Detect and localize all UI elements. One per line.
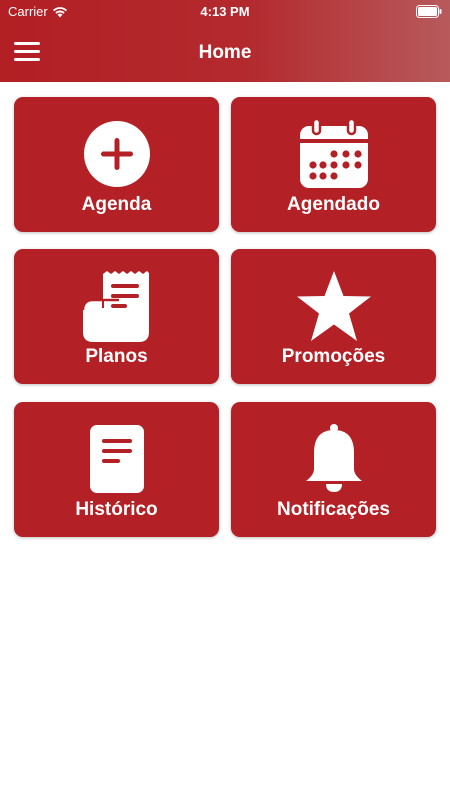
battery-icon [416, 5, 442, 18]
status-time: 4:13 PM [200, 4, 250, 19]
receipt-icon [14, 265, 219, 347]
tile-agendado[interactable]: Agendado [231, 97, 436, 232]
page-title: Home [198, 42, 252, 63]
tile-planos-label: Planos [85, 346, 148, 367]
star-icon [231, 265, 436, 347]
status-bar: Carrier 4:13 PM [0, 0, 450, 24]
app-header: Carrier 4:13 PM Home [0, 0, 450, 82]
tile-agendado-label: Agendado [287, 194, 380, 215]
tile-historico[interactable]: Histórico [14, 402, 219, 537]
bell-icon [231, 418, 436, 500]
document-icon [14, 418, 219, 500]
tile-promocoes-label: Promoções [281, 346, 386, 367]
tile-agenda[interactable]: Agenda [14, 97, 219, 232]
tile-historico-label: Histórico [75, 499, 158, 520]
tile-promocoes[interactable]: Promoções [231, 249, 436, 384]
tile-notificacoes-label: Notificações [277, 499, 390, 520]
calendar-icon [231, 113, 436, 195]
tile-planos[interactable]: Planos [14, 249, 219, 384]
tile-agenda-label: Agenda [81, 194, 152, 215]
tile-notificacoes[interactable]: Notificações [231, 402, 436, 537]
plus-circle-icon [14, 113, 219, 195]
